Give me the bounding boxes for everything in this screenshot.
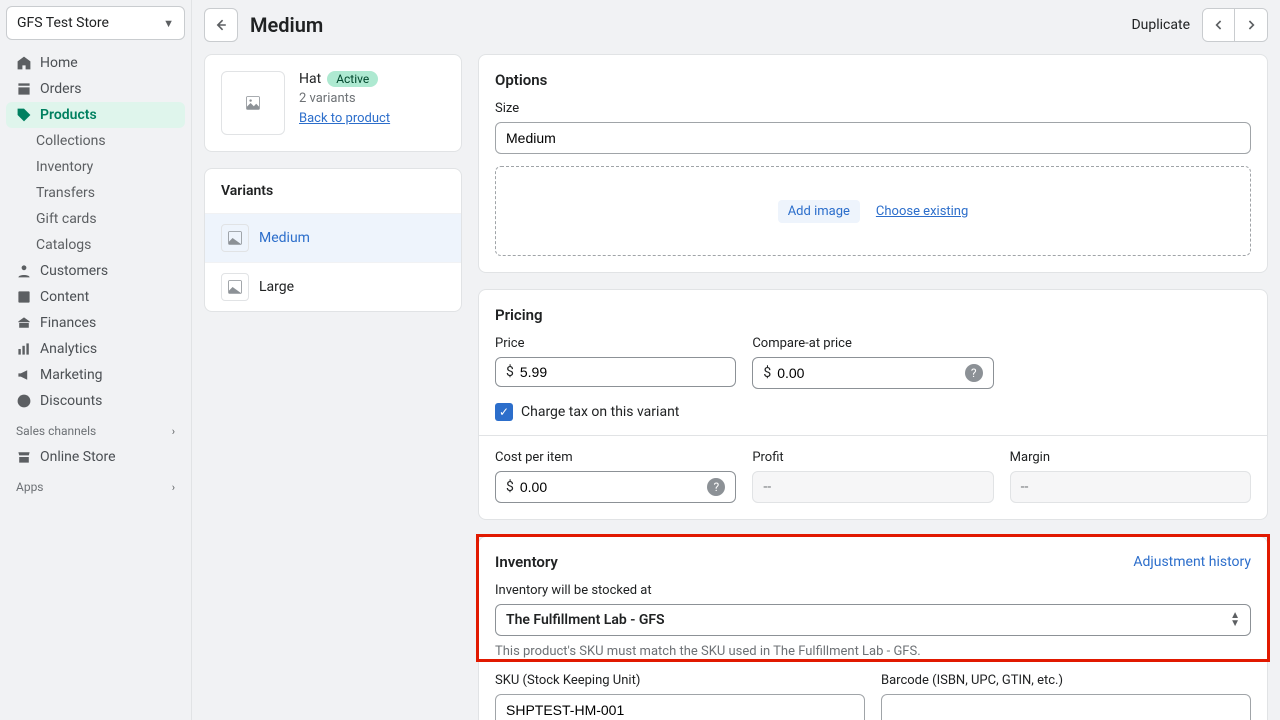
- nav-analytics[interactable]: Analytics: [6, 336, 185, 362]
- variant-row-medium[interactable]: Medium: [205, 213, 461, 262]
- sku-label: SKU (Stock Keeping Unit): [495, 673, 865, 688]
- options-title: Options: [495, 71, 1251, 89]
- page-title: Medium: [250, 13, 323, 37]
- finances-icon: [16, 315, 32, 331]
- main-content: Medium Duplicate Hat Active 2 variants: [192, 0, 1280, 720]
- image-icon: [221, 224, 249, 252]
- nav-catalogs[interactable]: Catalogs: [6, 232, 185, 258]
- stocked-label: Inventory will be stocked at: [495, 583, 1251, 598]
- chevron-right-icon: ›: [172, 481, 175, 494]
- content-icon: [16, 289, 32, 305]
- margin-value: --: [1010, 471, 1251, 503]
- nav-inventory[interactable]: Inventory: [6, 154, 185, 180]
- analytics-icon: [16, 341, 32, 357]
- tax-checkbox[interactable]: ✓: [495, 403, 513, 421]
- nav-orders[interactable]: Orders: [6, 76, 185, 102]
- margin-label: Margin: [1010, 450, 1251, 465]
- compare-price-input[interactable]: $?: [752, 357, 993, 389]
- sidebar: GFS Test Store ▼ Home Orders Products Co…: [0, 0, 192, 720]
- cost-label: Cost per item: [495, 450, 736, 465]
- profit-value: --: [752, 471, 993, 503]
- sku-note: This product's SKU must match the SKU us…: [495, 644, 1251, 659]
- help-icon[interactable]: ?: [707, 478, 725, 496]
- nav-marketing[interactable]: Marketing: [6, 362, 185, 388]
- nav-gift-cards[interactable]: Gift cards: [6, 206, 185, 232]
- nav-finances[interactable]: Finances: [6, 310, 185, 336]
- size-label: Size: [495, 101, 1251, 116]
- adjustment-history-link[interactable]: Adjustment history: [1133, 554, 1251, 570]
- stocked-select[interactable]: The Fulfillment Lab - GFS ▲▼: [495, 604, 1251, 636]
- nav-discounts[interactable]: Discounts: [6, 388, 185, 414]
- variant-row-large[interactable]: Large: [205, 262, 461, 311]
- marketing-icon: [16, 367, 32, 383]
- duplicate-button[interactable]: Duplicate: [1131, 17, 1190, 33]
- chevron-right-icon: ›: [172, 425, 175, 438]
- nav-home[interactable]: Home: [6, 50, 185, 76]
- store-selector[interactable]: GFS Test Store ▼: [6, 6, 185, 40]
- help-icon[interactable]: ?: [965, 364, 983, 382]
- add-image-button[interactable]: Add image: [778, 200, 860, 223]
- nav-customers[interactable]: Customers: [6, 258, 185, 284]
- sales-channels-header[interactable]: Sales channels›: [6, 414, 185, 444]
- products-icon: [16, 107, 32, 123]
- variants-title: Variants: [205, 169, 461, 213]
- sku-input[interactable]: [495, 694, 865, 720]
- image-dropzone[interactable]: Add image Choose existing: [495, 166, 1251, 256]
- cost-input[interactable]: $?: [495, 471, 736, 503]
- profit-label: Profit: [752, 450, 993, 465]
- customers-icon: [16, 263, 32, 279]
- barcode-label: Barcode (ISBN, UPC, GTIN, etc.): [881, 673, 1251, 688]
- nav-online-store[interactable]: Online Store: [6, 444, 185, 470]
- back-to-product-link[interactable]: Back to product: [299, 111, 390, 126]
- variant-count: 2 variants: [299, 91, 390, 106]
- compare-label: Compare-at price: [752, 336, 993, 351]
- home-icon: [16, 55, 32, 71]
- tax-label: Charge tax on this variant: [521, 404, 679, 420]
- next-variant-button[interactable]: [1235, 9, 1267, 41]
- product-name: Hat: [299, 71, 321, 87]
- back-button[interactable]: [204, 8, 238, 42]
- choose-existing-link[interactable]: Choose existing: [876, 204, 968, 219]
- product-thumbnail: [221, 71, 285, 135]
- nav-content[interactable]: Content: [6, 284, 185, 310]
- status-badge: Active: [327, 71, 378, 87]
- nav-collections[interactable]: Collections: [6, 128, 185, 154]
- nav-products[interactable]: Products: [6, 102, 185, 128]
- store-name: GFS Test Store: [17, 15, 109, 31]
- price-input[interactable]: $: [495, 357, 736, 387]
- pricing-title: Pricing: [495, 306, 1251, 324]
- nav-transfers[interactable]: Transfers: [6, 180, 185, 206]
- barcode-input[interactable]: [881, 694, 1251, 720]
- image-icon: [221, 273, 249, 301]
- prev-variant-button[interactable]: [1203, 9, 1235, 41]
- caret-down-icon: ▼: [163, 17, 174, 30]
- size-input[interactable]: [495, 122, 1251, 154]
- discounts-icon: [16, 393, 32, 409]
- inventory-title: Inventory: [495, 553, 558, 571]
- select-arrows-icon: ▲▼: [1230, 612, 1240, 628]
- store-icon: [16, 449, 32, 465]
- orders-icon: [16, 81, 32, 97]
- price-label: Price: [495, 336, 736, 351]
- apps-header[interactable]: Apps›: [6, 470, 185, 500]
